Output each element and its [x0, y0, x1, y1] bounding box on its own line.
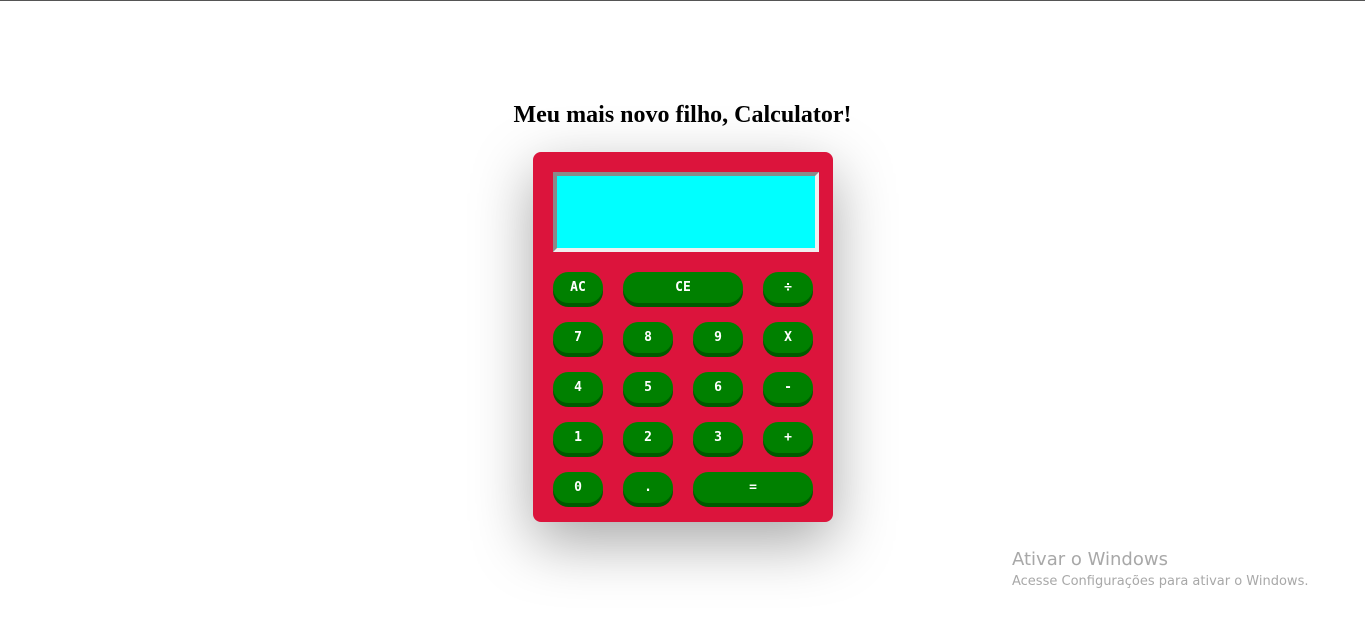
ac-button[interactable]: AC: [553, 272, 603, 303]
digit-2-button[interactable]: 2: [623, 422, 673, 453]
digit-6-button[interactable]: 6: [693, 372, 743, 403]
digit-8-button[interactable]: 8: [623, 322, 673, 353]
digit-3-button[interactable]: 3: [693, 422, 743, 453]
page-title: Meu mais novo filho, Calculator!: [513, 102, 852, 128]
calculator-display: [553, 172, 819, 252]
digit-0-button[interactable]: 0: [553, 472, 603, 503]
plus-button[interactable]: +: [763, 422, 813, 453]
multiply-button[interactable]: X: [763, 322, 813, 353]
digit-7-button[interactable]: 7: [553, 322, 603, 353]
digit-1-button[interactable]: 1: [553, 422, 603, 453]
minus-button[interactable]: -: [763, 372, 813, 403]
watermark-title: Ativar o Windows: [1012, 549, 1168, 570]
calculator: AC CE ÷ 7 8 9 X 4 5 6 - 1 2 3 + 0 . =: [533, 152, 833, 522]
ce-button[interactable]: CE: [623, 272, 743, 303]
equals-button[interactable]: =: [693, 472, 813, 503]
digit-5-button[interactable]: 5: [623, 372, 673, 403]
windows-activation-watermark: Ativar o Windows Acesse Configurações pa…: [1012, 548, 1308, 592]
watermark-subtitle: Acesse Configurações para ativar o Windo…: [1012, 574, 1309, 589]
decimal-point-button[interactable]: .: [623, 472, 673, 503]
digit-4-button[interactable]: 4: [553, 372, 603, 403]
divide-button[interactable]: ÷: [763, 272, 813, 303]
digit-9-button[interactable]: 9: [693, 322, 743, 353]
top-border-line: [0, 0, 1365, 1]
